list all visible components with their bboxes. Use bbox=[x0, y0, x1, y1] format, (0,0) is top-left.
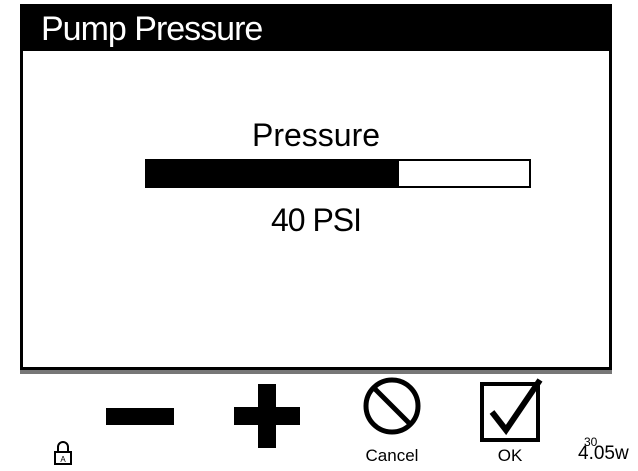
minus-icon bbox=[106, 408, 174, 425]
pressure-bar bbox=[145, 159, 531, 188]
ok-label: OK bbox=[497, 446, 523, 465]
cancel-label: Cancel bbox=[365, 446, 419, 465]
pressure-label: Pressure bbox=[251, 117, 381, 153]
pressure-bar-fill bbox=[147, 161, 400, 186]
page-title: Pump Pressure bbox=[41, 10, 263, 48]
decrease-button[interactable] bbox=[104, 404, 176, 430]
display-screen: Pump Pressure Pressure 40 PSI bbox=[20, 4, 612, 370]
svg-text:A: A bbox=[60, 455, 66, 464]
screen-shadow bbox=[20, 370, 612, 374]
lock-indicator: A bbox=[52, 440, 74, 466]
no-entry-icon bbox=[363, 377, 421, 435]
title-bar: Pump Pressure bbox=[23, 7, 609, 51]
lock-icon: A bbox=[54, 441, 72, 465]
status-bottom-value: 4.05w bbox=[578, 443, 629, 464]
increase-button[interactable] bbox=[232, 384, 302, 448]
plus-icon bbox=[234, 384, 300, 448]
checkbox-check-icon bbox=[480, 378, 543, 442]
cancel-button[interactable]: Cancel bbox=[352, 376, 432, 466]
pressure-value: 40 PSI bbox=[270, 202, 362, 238]
ok-button[interactable]: OK bbox=[470, 378, 550, 466]
